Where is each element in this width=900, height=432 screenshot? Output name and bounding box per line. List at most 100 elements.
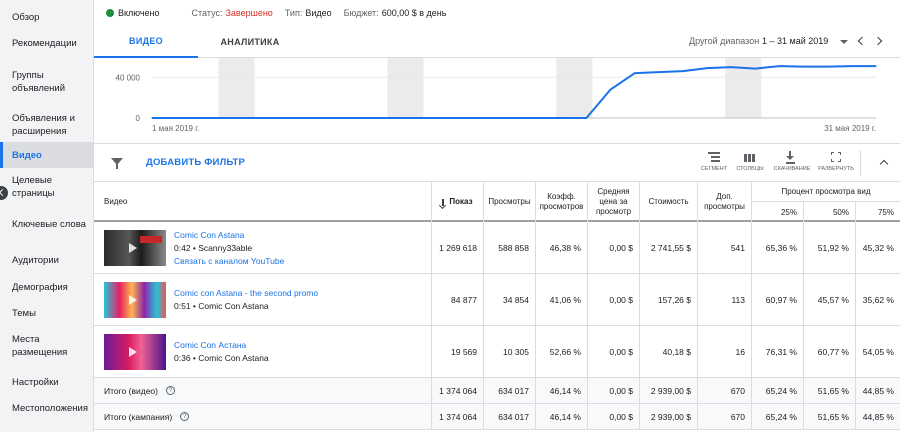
video-title-link[interactable]: Comic Con Астана	[174, 340, 269, 350]
header-avg-cpv[interactable]: Средняя цена за просмотр	[588, 182, 640, 222]
weekend-band	[556, 58, 593, 118]
data-point	[585, 117, 587, 119]
header-earned-views[interactable]: Доп. просмотры	[698, 182, 752, 222]
p75-cell: 44,85 %	[862, 411, 894, 422]
weekend-band	[218, 58, 255, 118]
sidebar-item-placements[interactable]: Места размещения	[0, 333, 93, 359]
sidebar-item-recommendations[interactable]: Рекомендации	[0, 37, 93, 50]
view-rate-cell: 41,06 %	[536, 274, 588, 325]
impressions-cell: 1 269 618	[432, 222, 484, 273]
earned-views-cell: 113	[698, 274, 752, 325]
add-filter-button[interactable]: ДОБАВИТЬ ФИЛЬТР	[146, 157, 245, 168]
table-total-row: Итого (кампания)? 1 374 064 634 017 46,1…	[94, 404, 900, 430]
help-icon[interactable]: ?	[165, 386, 175, 395]
sidebar-item-settings[interactable]: Настройки	[0, 376, 93, 389]
impressions-cell: 1 374 064	[432, 378, 484, 403]
video-thumbnail[interactable]	[104, 281, 166, 318]
expand-label: Развернуть	[818, 166, 854, 172]
sidebar-item-landing-pages[interactable]: Целевые страницы	[0, 174, 93, 200]
header-p50[interactable]: 50%	[804, 202, 856, 222]
columns-button[interactable]: Столбцы	[730, 150, 770, 172]
p50-cell: 51,65 %	[804, 404, 856, 429]
p25-cell: 65,24 %	[752, 404, 804, 429]
total-videos-label: Итого (видео)	[104, 385, 158, 396]
enabled-status-text[interactable]: Включено	[118, 8, 160, 18]
columns-label: Столбцы	[736, 166, 764, 172]
data-point	[778, 65, 781, 67]
video-thumbnail[interactable]	[104, 229, 166, 266]
video-title-link[interactable]: Comic Con Astana	[174, 230, 284, 240]
impressions-cell: 19 569	[432, 326, 484, 377]
video-cell: Comic Con Астана 0:36 • Comic Con Astana	[94, 326, 432, 377]
data-point	[247, 117, 250, 119]
play-icon	[129, 294, 137, 305]
tab-videos[interactable]: ВИДЕО	[94, 26, 198, 58]
sidebar: Обзор Рекомендации Группы объявлений Объ…	[0, 0, 94, 432]
data-point	[489, 117, 491, 119]
tab-analytics[interactable]: АНАЛИТИКА	[198, 26, 302, 58]
video-channel: Scanny33able	[198, 242, 253, 253]
earned-views-cell: 541	[698, 222, 752, 273]
segment-button[interactable]: Сегмент	[694, 150, 734, 172]
sidebar-item-overview[interactable]: Обзор	[0, 11, 93, 24]
video-cell: Comic con Astana - the second promo 0:51…	[94, 274, 432, 325]
date-range-dropdown-icon[interactable]	[840, 40, 848, 44]
date-prev-arrow-icon[interactable]	[857, 36, 867, 46]
header-p75[interactable]: 75%	[856, 202, 900, 222]
sidebar-item-videos[interactable]: Видео	[0, 142, 93, 168]
p50-cell: 51,65 %	[804, 378, 856, 403]
toolbar-divider	[860, 150, 861, 176]
data-point	[658, 71, 660, 73]
data-point	[223, 117, 225, 119]
sidebar-item-locations[interactable]: Местоположения	[0, 402, 93, 415]
play-icon	[129, 242, 137, 253]
link-channel-link[interactable]: Связать с каналом YouTube	[174, 256, 284, 266]
p25-cell: 65,36 %	[752, 222, 804, 273]
header-impressions-label: Показ	[449, 197, 473, 206]
date-next-arrow-icon[interactable]	[873, 36, 883, 46]
video-meta: 0:42 • Scanny33able	[174, 242, 253, 253]
data-point	[441, 117, 443, 119]
header-view-percentage-group: Процент просмотра вид	[752, 182, 900, 202]
filter-icon[interactable]	[111, 158, 123, 169]
sidebar-item-keywords[interactable]: Ключевые слова	[0, 218, 93, 231]
sidebar-item-audiences[interactable]: Аудитории	[0, 254, 93, 267]
header-video[interactable]: Видео	[94, 182, 432, 222]
tab-bar: ВИДЕО АНАЛИТИКА Другой диапазон 1 – 31 м…	[94, 26, 900, 58]
sidebar-item-topics[interactable]: Темы	[0, 307, 93, 320]
video-thumbnail[interactable]	[104, 333, 166, 370]
download-button[interactable]: Скачивание	[772, 150, 812, 172]
sort-desc-icon	[442, 198, 445, 206]
help-icon[interactable]: ?	[180, 412, 190, 421]
data-point	[151, 117, 153, 119]
y-tick-40000: 40 000	[116, 73, 141, 82]
p75-cell: 45,32 %	[862, 242, 894, 253]
views-cell: 10 305	[484, 326, 536, 377]
fullscreen-icon	[816, 150, 856, 166]
header-p25[interactable]: 25%	[752, 202, 804, 222]
sidebar-item-ad-groups[interactable]: Группы объявлений	[0, 69, 93, 95]
earned-views-cell: 16	[698, 326, 752, 377]
x-label-start: 1 мая 2019 г.	[152, 124, 199, 133]
p50-cell: 45,57 %	[804, 274, 856, 325]
data-point	[296, 117, 298, 119]
p25-cell: 76,31 %	[752, 326, 804, 377]
expand-button[interactable]: Развернуть	[816, 150, 856, 172]
header-views[interactable]: Просмотры	[484, 182, 536, 222]
header-cost[interactable]: Стоимость	[640, 182, 698, 222]
sidebar-item-ads-extensions[interactable]: Объявления и расширения	[0, 112, 93, 138]
data-point	[513, 117, 515, 119]
header-impressions[interactable]: Показ	[432, 182, 484, 222]
table-row: Comic Con Astana 0:42 • Scanny33able Свя…	[94, 222, 900, 274]
cost-cell: 2 741,55 $	[640, 222, 698, 273]
sidebar-item-demographics[interactable]: Демография	[0, 281, 93, 294]
data-point	[609, 88, 612, 91]
data-point	[272, 117, 274, 119]
collapse-chevron-icon[interactable]	[879, 159, 889, 169]
total-label-cell: Итого (кампания)?	[94, 404, 432, 429]
video-meta: 0:36 • Comic Con Astana	[174, 353, 269, 363]
header-view-rate[interactable]: Коэфф. просмотров	[536, 182, 588, 222]
type-label: Тип:	[284, 8, 303, 18]
video-title-link[interactable]: Comic con Astana - the second promo	[174, 288, 318, 298]
date-range-value[interactable]: 1 – 31 май 2019	[762, 36, 828, 46]
